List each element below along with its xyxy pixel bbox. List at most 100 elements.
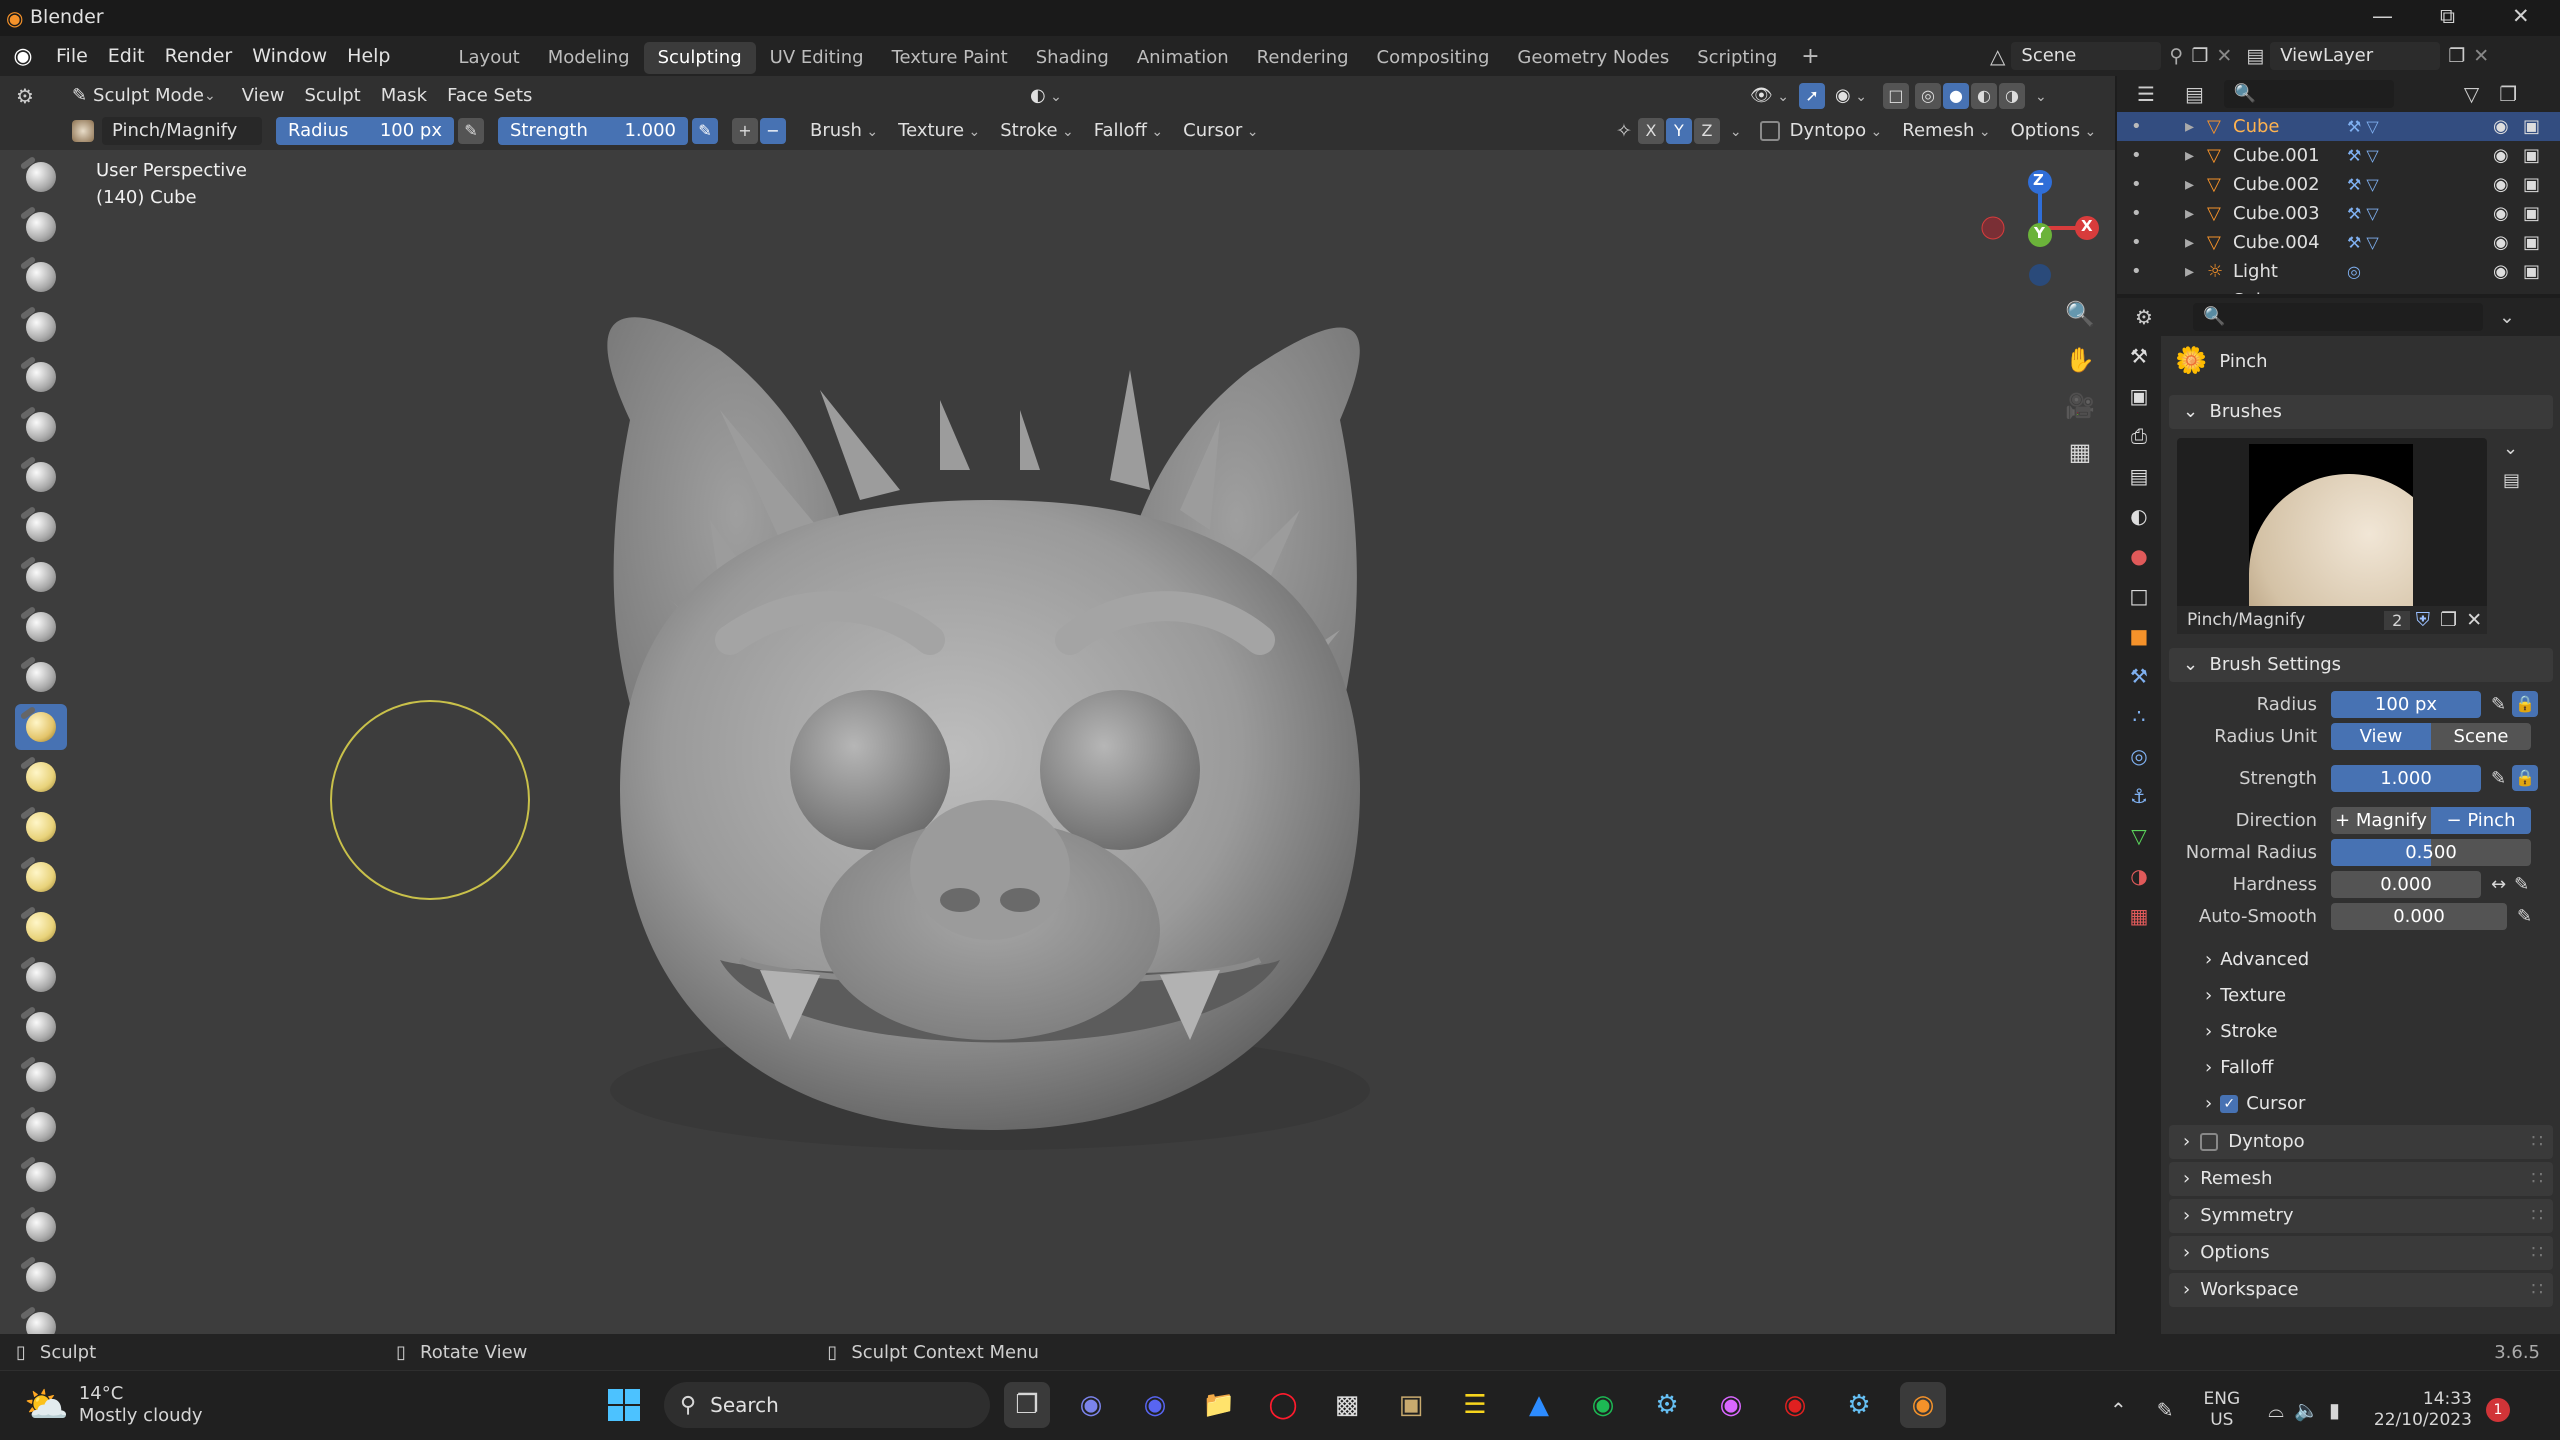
tool-blob-icon[interactable] bbox=[15, 504, 67, 550]
menu-help[interactable]: Help bbox=[337, 36, 400, 76]
subpanel-cursor[interactable]: › ✓ Cursor bbox=[2169, 1086, 2553, 1122]
strength-prop-field[interactable]: 1.000 bbox=[2331, 764, 2481, 792]
properties-tab-render-icon[interactable]: ▣ bbox=[2117, 376, 2161, 416]
properties-options-icon[interactable]: ⌄ bbox=[2499, 306, 2515, 328]
edit-mode-dot-icon[interactable]: • bbox=[2131, 112, 2142, 141]
header-menu-face-sets[interactable]: Face Sets bbox=[437, 82, 542, 110]
expand-arrow-icon[interactable]: ▸ bbox=[2185, 170, 2194, 199]
editor-type-icon[interactable]: ⚙ bbox=[16, 84, 34, 108]
radius-pressure-icon[interactable]: ✎ bbox=[458, 118, 484, 144]
visibility-icon[interactable]: 👁 bbox=[1740, 82, 1799, 110]
outliner-row[interactable]: • ▸ ▽ Cube.003 ⚒ ▽ ◉ ▣ bbox=[2117, 199, 2560, 228]
subpanel-falloff[interactable]: › Falloff bbox=[2169, 1050, 2553, 1086]
brush-thumbnail-icon[interactable] bbox=[72, 120, 94, 142]
brush-user-count[interactable]: 2 bbox=[2384, 610, 2411, 630]
outliner-row[interactable]: • ▸ ▽ Cube ⚒ ▽ ◉ ▣ bbox=[2117, 112, 2560, 141]
remesh-dropdown[interactable]: Remesh bbox=[1892, 117, 2000, 145]
gizmo-toggle-icon[interactable]: ➚ bbox=[1799, 83, 1826, 109]
brushes-panel-header[interactable]: ⌄ Brushes bbox=[2169, 395, 2553, 429]
navigation-gizmo[interactable]: Z X Y bbox=[1970, 160, 2110, 290]
strength-prop-lock-icon[interactable]: 🔒 bbox=[2512, 765, 2539, 791]
stroke-dropdown[interactable]: Stroke bbox=[990, 117, 1084, 145]
cursor-dropdown[interactable]: Cursor bbox=[1173, 117, 1268, 145]
render-camera-icon[interactable]: ▣ bbox=[2523, 170, 2540, 199]
display-mode-icon[interactable]: ▤ bbox=[2185, 82, 2204, 106]
delete-view-layer-icon[interactable]: ✕ bbox=[2473, 45, 2489, 67]
panel-drag-grip-icon[interactable]: ∷ bbox=[2532, 1273, 2543, 1307]
outliner-row[interactable]: • ▸ ▽ Cube.004 ⚒ ▽ ◉ ▣ bbox=[2117, 228, 2560, 257]
outliner-row[interactable]: • ▸ ▽ Cube.001 ⚒ ▽ ◉ ▣ bbox=[2117, 141, 2560, 170]
scene-field[interactable]: Scene bbox=[2011, 42, 2162, 70]
radius-unit-scene-button[interactable]: Scene bbox=[2431, 722, 2531, 750]
header-menu-sculpt[interactable]: Sculpt bbox=[294, 82, 370, 110]
tool-nudge-icon[interactable] bbox=[15, 1154, 67, 1200]
normal-radius-field[interactable]: 0.500 bbox=[2331, 838, 2531, 866]
symmetry-options-icon[interactable] bbox=[1720, 117, 1752, 145]
expand-arrow-icon[interactable]: ▸ bbox=[2185, 141, 2194, 170]
workspace-tab-uv-editing[interactable]: UV Editing bbox=[756, 42, 878, 74]
view-layer-icon[interactable]: ▤ bbox=[2246, 45, 2264, 67]
tool-draw-icon[interactable] bbox=[15, 154, 67, 200]
tool-crease-icon[interactable] bbox=[15, 554, 67, 600]
notes-app-icon[interactable]: ☰ bbox=[1452, 1382, 1498, 1428]
visibility-eye-icon[interactable]: ◉ bbox=[2493, 228, 2509, 257]
shading-mode-icon[interactable]: ◐ bbox=[1020, 82, 1072, 110]
blender-taskbar-icon[interactable]: ◉ bbox=[1900, 1382, 1946, 1428]
app-color-icon[interactable]: ◉ bbox=[1708, 1382, 1754, 1428]
shading-options-icon[interactable] bbox=[2025, 82, 2057, 110]
panel-remesh[interactable]: › Remesh ∷ bbox=[2169, 1162, 2553, 1196]
auto-smooth-field[interactable]: 0.000 bbox=[2331, 902, 2507, 930]
workspace-tab-layout[interactable]: Layout bbox=[445, 42, 534, 74]
radius-unit-view-button[interactable]: View bbox=[2331, 722, 2431, 750]
auto-smooth-pressure-icon[interactable]: ✎ bbox=[2517, 906, 2532, 927]
brush-name-field[interactable]: Pinch/Magnify bbox=[102, 117, 262, 145]
radius-prop-field[interactable]: 100 px bbox=[2331, 690, 2481, 718]
menu-render[interactable]: Render bbox=[155, 36, 243, 76]
grid-view-icon[interactable]: ▦ bbox=[2060, 438, 2100, 484]
fake-user-shield-icon[interactable]: ⛨ bbox=[2410, 609, 2436, 631]
header-menu-mask[interactable]: Mask bbox=[371, 82, 437, 110]
outliner-editor-icon[interactable]: ☰ bbox=[2137, 82, 2155, 106]
radius-prop-lock-icon[interactable]: 🔒 bbox=[2512, 691, 2539, 717]
tool-pose-icon[interactable] bbox=[15, 1104, 67, 1150]
properties-tab-scene-props-icon[interactable]: ◐ bbox=[2117, 496, 2161, 536]
store-app-icon[interactable]: ▲ bbox=[1516, 1382, 1562, 1428]
volume-icon[interactable]: 🔈 bbox=[2294, 1398, 2319, 1422]
workspace-tab-rendering[interactable]: Rendering bbox=[1243, 42, 1363, 74]
panel-options[interactable]: › Options ∷ bbox=[2169, 1236, 2553, 1270]
overlay-icon[interactable]: ◉ bbox=[1825, 82, 1877, 110]
tool-slide-relax-icon[interactable] bbox=[15, 1254, 67, 1300]
tool-rotate-icon[interactable] bbox=[15, 1204, 67, 1250]
outliner-row[interactable]: • ▸ ▽ Cube.002 ⚒ ▽ ◉ ▣ bbox=[2117, 170, 2560, 199]
visibility-eye-icon[interactable]: ◉ bbox=[2493, 286, 2509, 294]
start-menu-icon[interactable] bbox=[601, 1382, 647, 1428]
brush-preview-box[interactable]: Pinch/Magnify 2 ⛨ ❐ ✕ bbox=[2177, 438, 2487, 634]
vpn-app-icon[interactable]: ◉ bbox=[1772, 1382, 1818, 1428]
tool-smooth-icon[interactable] bbox=[15, 604, 67, 650]
tool-draw-sharp-icon[interactable] bbox=[15, 204, 67, 250]
material-shading-icon[interactable]: ◐ bbox=[1970, 83, 1997, 109]
axis-x-toggle[interactable]: X bbox=[1637, 118, 1664, 144]
opera-icon[interactable]: ◯ bbox=[1260, 1382, 1306, 1428]
properties-tab-texture-icon[interactable]: ▦ bbox=[2117, 896, 2161, 936]
panel-drag-grip-icon[interactable]: ∷ bbox=[2532, 1125, 2543, 1159]
radius-slider[interactable]: Radius 100 px bbox=[276, 117, 454, 145]
zoom-icon[interactable]: 🔍 bbox=[2060, 300, 2100, 346]
workspace-tab-scripting[interactable]: Scripting bbox=[1683, 42, 1791, 74]
task-view-icon[interactable]: ❐ bbox=[1004, 1382, 1050, 1428]
properties-editor-icon[interactable]: ⚙ bbox=[2135, 305, 2153, 329]
visibility-eye-icon[interactable]: ◉ bbox=[2493, 141, 2509, 170]
header-menu-view[interactable]: View bbox=[232, 82, 295, 110]
solid-shading-icon[interactable]: ● bbox=[1942, 83, 1969, 109]
expand-arrow-icon[interactable]: ▸ bbox=[2185, 228, 2194, 257]
strength-prop-pressure-icon[interactable]: ✎ bbox=[2491, 768, 2506, 789]
tool-inflate-icon[interactable] bbox=[15, 454, 67, 500]
render-camera-icon[interactable]: ▣ bbox=[2523, 141, 2540, 170]
tool-layer-icon[interactable] bbox=[15, 404, 67, 450]
battery-icon[interactable]: ▮ bbox=[2329, 1398, 2340, 1422]
subpanel-texture[interactable]: › Texture bbox=[2169, 978, 2553, 1014]
pan-hand-icon[interactable]: ✋ bbox=[2060, 346, 2100, 392]
taskbar-search-box[interactable]: ⚲ Search bbox=[664, 1382, 990, 1428]
radius-prop-pressure-icon[interactable]: ✎ bbox=[2491, 694, 2506, 715]
menu-window[interactable]: Window bbox=[242, 36, 337, 76]
